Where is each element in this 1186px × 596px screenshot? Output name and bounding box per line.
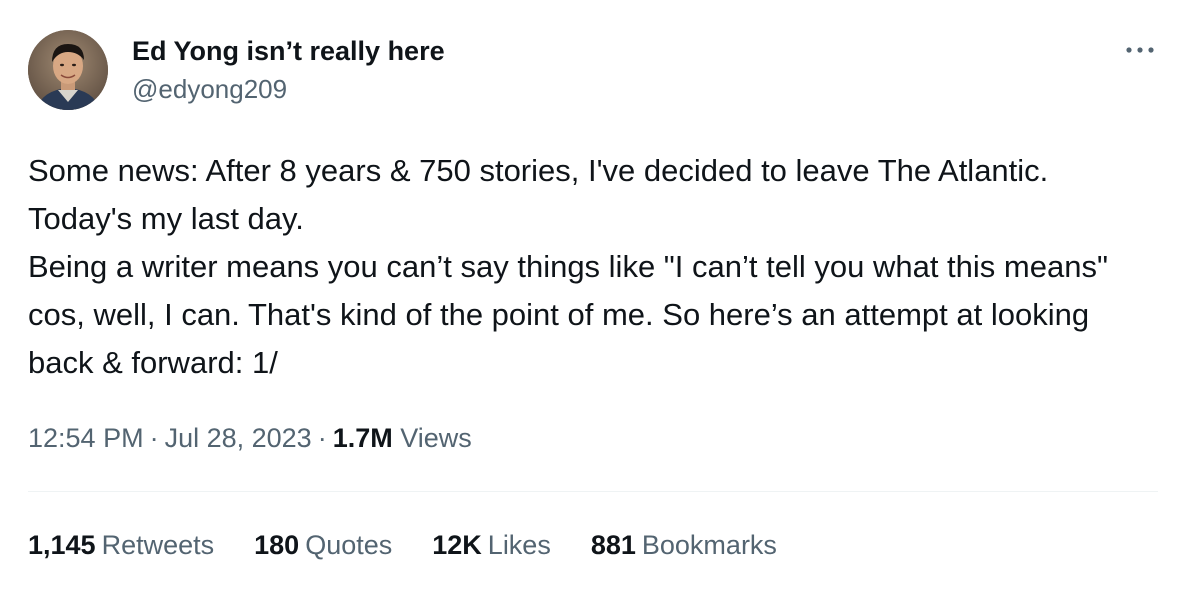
more-options-icon [1125, 41, 1155, 59]
meta-separator: · [317, 423, 327, 453]
likes-stat[interactable]: 12K Likes [432, 527, 551, 563]
tweet-text-line: Some news: After 8 years & 750 stories, … [28, 153, 1049, 236]
author-handle[interactable]: @edyong209 [132, 72, 445, 106]
quotes-count: 180 [254, 530, 300, 560]
engagement-stats: 1,145 Retweets 180 Quotes 12K Likes 881 Book… [28, 527, 817, 563]
divider [28, 491, 1158, 492]
likes-count: 12K [432, 530, 482, 560]
quotes-stat[interactable]: 180 Quotes [254, 527, 392, 563]
retweets-label: Retweets [101, 530, 215, 560]
meta-separator: · [149, 423, 159, 453]
tweet-text-line: Being a writer means you can’t say thing… [28, 249, 1108, 380]
avatar-image [28, 30, 108, 110]
bookmarks-stat[interactable]: 881 Bookmarks [591, 527, 777, 563]
views-label: Views [400, 423, 472, 453]
views-count: 1.7M [332, 423, 393, 453]
tweet-date[interactable]: Jul 28, 2023 [165, 423, 312, 453]
author-block: Ed Yong isn’t really here @edyong209 [132, 34, 445, 106]
quotes-label: Quotes [305, 530, 393, 560]
likes-label: Likes [487, 530, 551, 560]
views-link[interactable]: 1.7M Views [333, 423, 472, 453]
bookmarks-label: Bookmarks [641, 530, 777, 560]
bookmarks-count: 881 [590, 530, 636, 560]
retweets-count: 1,145 [28, 530, 96, 560]
tweet-text: Some news: After 8 years & 750 stories, … [28, 147, 1158, 387]
tweet-time[interactable]: 12:54 PM [28, 423, 144, 453]
tweet-header: Ed Yong isn’t really here @edyong209 [28, 30, 1158, 110]
more-options-button[interactable] [1122, 36, 1158, 64]
tweet-meta: 12:54 PM · Jul 28, 2023 · 1.7M Views [28, 420, 472, 456]
tweet-card: Ed Yong isn’t really here @edyong209 Som… [0, 0, 1186, 596]
author-display-name[interactable]: Ed Yong isn’t really here [132, 34, 445, 68]
retweets-stat[interactable]: 1,145 Retweets [28, 527, 214, 563]
avatar[interactable] [28, 30, 108, 110]
